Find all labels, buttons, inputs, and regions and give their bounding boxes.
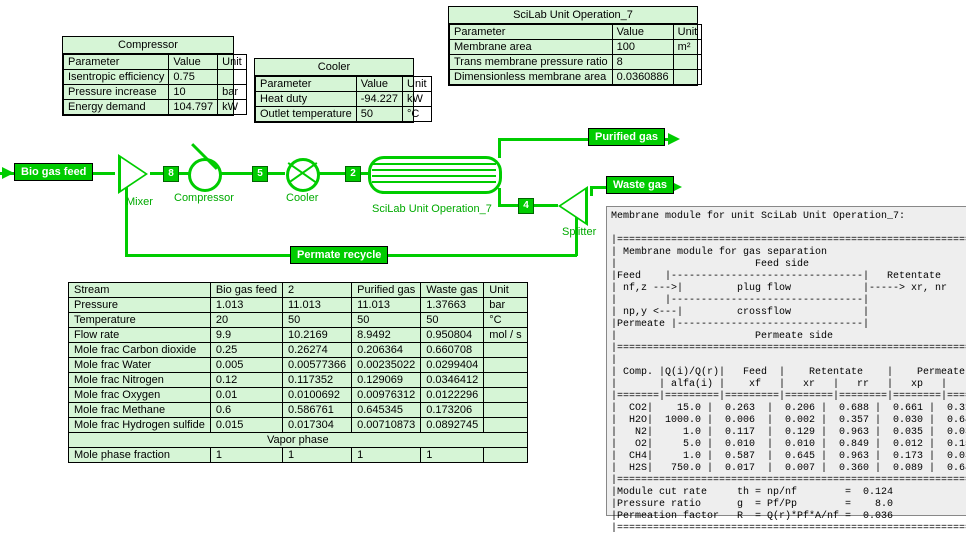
console-body: |=======================================… xyxy=(611,235,966,534)
cooler-title: Cooler xyxy=(255,59,413,76)
label-feed: Bio gas feed xyxy=(14,163,93,181)
splitter-icon xyxy=(558,186,588,226)
stream-4: 4 xyxy=(518,198,534,214)
console-title: Membrane module for unit SciLab Unit Ope… xyxy=(611,211,905,222)
scilab-title: SciLab Unit Operation_7 xyxy=(449,7,697,24)
compressor-panel: Compressor Parameter Value Unit Isentrop… xyxy=(62,36,234,116)
arrow-feed-start xyxy=(2,167,14,179)
cooler-panel: Cooler Parameter Value Unit Heat duty-94… xyxy=(254,58,414,123)
line-sci-down xyxy=(498,188,501,206)
line-purified-v xyxy=(498,138,501,158)
compressor-title: Compressor xyxy=(63,37,233,54)
label-waste: Waste gas xyxy=(606,176,674,194)
line-split-up xyxy=(590,186,593,196)
lbl-splitter: Splitter xyxy=(562,226,596,238)
lbl-mixer: Mixer xyxy=(126,196,153,208)
membrane-icon xyxy=(368,156,502,194)
console-output: Membrane module for unit SciLab Unit Ope… xyxy=(606,206,966,516)
stream-2: 2 xyxy=(345,166,361,182)
lbl-scilab: SciLab Unit Operation_7 xyxy=(372,203,492,215)
lbl-cooler: Cooler xyxy=(286,192,318,204)
arrow-purified xyxy=(668,133,680,145)
stream-table: Stream Bio gas feed 2 Purified gas Waste… xyxy=(68,282,528,463)
cooler-table: Parameter Value Unit Heat duty-94.227kW … xyxy=(255,76,432,122)
lbl-compressor: Compressor xyxy=(174,192,234,204)
scilab-table: Parameter Value Unit Membrane area100m² … xyxy=(449,24,702,85)
label-recycle: Permate recycle xyxy=(290,246,388,264)
stream-8: 8 xyxy=(163,166,179,182)
compressor-icon xyxy=(188,158,222,192)
label-purified: Purified gas xyxy=(588,128,665,146)
scilab-panel: SciLab Unit Operation_7 Parameter Value … xyxy=(448,6,698,86)
compressor-table: Parameter Value Unit Isentropic efficien… xyxy=(63,54,247,115)
stream-5: 5 xyxy=(252,166,268,182)
mixer-icon xyxy=(118,154,148,194)
